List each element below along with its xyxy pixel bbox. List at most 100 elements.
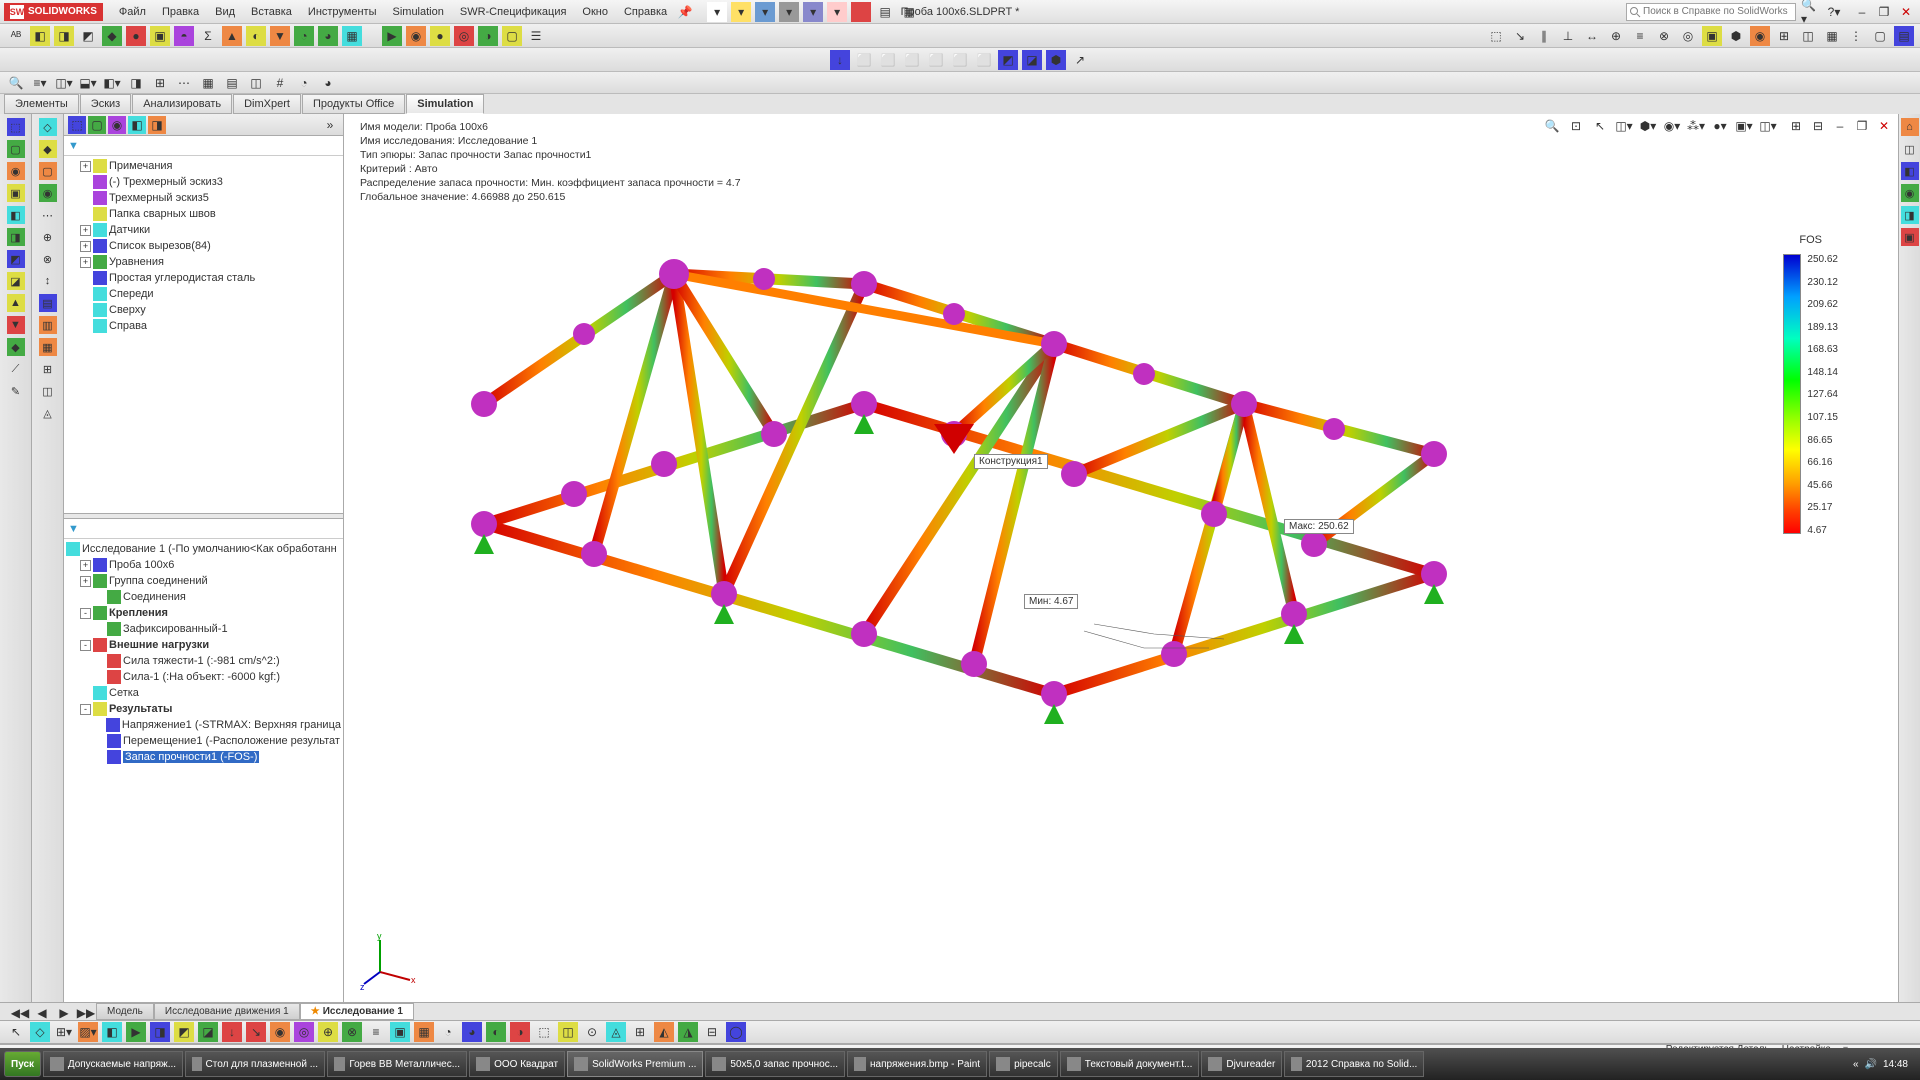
tree-node[interactable]: Папка сварных швов <box>66 206 341 222</box>
menu-item[interactable]: Правка <box>154 4 207 20</box>
sim-side-icon[interactable]: ◇ <box>39 118 57 136</box>
close-icon[interactable]: ✕ <box>1896 2 1916 22</box>
tb-icon[interactable]: ↔ <box>1582 26 1602 46</box>
tb-icon[interactable]: ▦ <box>342 26 362 46</box>
menu-item[interactable]: Файл <box>111 4 154 20</box>
tree-node[interactable]: Сила-1 (:На объект: -6000 kgf:) <box>66 669 341 685</box>
hide-show-icon[interactable]: ⁂▾ <box>1686 116 1706 136</box>
side-icon[interactable]: ▣ <box>7 184 25 202</box>
tb-icon[interactable]: ▢ <box>1870 26 1890 46</box>
rside-icon[interactable]: ◉ <box>1901 184 1919 202</box>
sim-tb-icon[interactable]: ⊟ <box>702 1022 722 1042</box>
vp-minimize-icon[interactable]: – <box>1830 116 1850 136</box>
system-tray[interactable]: « 🔊 14:48 <box>1845 1059 1916 1070</box>
tb-icon[interactable]: ◩ <box>78 26 98 46</box>
sim-tb-icon[interactable]: ↓ <box>222 1022 242 1042</box>
search-options-icon[interactable]: 🔍▾ <box>1800 2 1820 22</box>
tb-icon[interactable]: ◉ <box>406 26 426 46</box>
tb-icon[interactable]: ⬓▾ <box>78 73 98 93</box>
tb-icon[interactable]: ▣ <box>150 26 170 46</box>
tb-icon[interactable]: ⬢ <box>1726 26 1746 46</box>
sim-tb-icon[interactable]: ◭ <box>654 1022 674 1042</box>
tree-root[interactable]: Исследование 1 (-По умолчанию<Как обрабо… <box>66 541 341 557</box>
sim-tb-icon[interactable]: ◕ <box>462 1022 482 1042</box>
taskbar-item[interactable]: 50x5,0 запас прочнос... <box>705 1051 845 1077</box>
side-icon[interactable]: ◧ <box>7 206 25 224</box>
view-bottom-icon[interactable]: ⬜ <box>974 50 994 70</box>
side-icon[interactable]: ◆ <box>7 338 25 356</box>
tree-tab-icon[interactable]: ◧ <box>128 116 146 134</box>
prev-view-icon[interactable]: ↖ <box>1590 116 1610 136</box>
rside-icon[interactable]: ◫ <box>1901 140 1919 158</box>
menu-item[interactable]: Вид <box>207 4 243 20</box>
side-icon[interactable]: ◩ <box>7 250 25 268</box>
sim-tb-icon[interactable]: ⊗ <box>342 1022 362 1042</box>
tb-icon[interactable]: ◓ <box>174 26 194 46</box>
tree-tab-icon[interactable]: ▢ <box>88 116 106 134</box>
tb-icon[interactable]: ⊗ <box>1654 26 1674 46</box>
tree-tab-icon[interactable]: ◨ <box>148 116 166 134</box>
tb-icon[interactable]: ◧▾ <box>102 73 122 93</box>
start-button[interactable]: Пуск <box>4 1051 41 1077</box>
help-icon[interactable]: ?▾ <box>1824 2 1844 22</box>
menu-item[interactable]: Инструменты <box>300 4 385 20</box>
menu-item[interactable]: Окно <box>574 4 616 20</box>
menu-item[interactable]: Справка <box>616 4 675 20</box>
bottom-tab-motion[interactable]: Исследование движения 1 <box>154 1003 300 1020</box>
rside-icon[interactable]: ◨ <box>1901 206 1919 224</box>
tb-icon[interactable]: ⊕ <box>1606 26 1626 46</box>
tab-dimxpert[interactable]: DimXpert <box>233 94 301 114</box>
taskbar-item[interactable]: 2012 Справка по Solid... <box>1284 1051 1424 1077</box>
tb-icon[interactable]: ◎ <box>1678 26 1698 46</box>
tree-node[interactable]: +Проба 100x6 <box>66 557 341 573</box>
sim-side-icon[interactable]: ⊗ <box>39 250 57 268</box>
tb-icon[interactable]: ⊞ <box>150 73 170 93</box>
options-button[interactable]: ▤ <box>875 2 895 22</box>
tb-icon[interactable]: ▣ <box>1702 26 1722 46</box>
tb-icon[interactable]: ▼ <box>270 26 290 46</box>
sim-side-icon[interactable]: ▢ <box>39 162 57 180</box>
sim-side-icon[interactable]: ◉ <box>39 184 57 202</box>
sim-tb-icon[interactable]: ◬ <box>606 1022 626 1042</box>
tree-node[interactable]: Справа <box>66 318 341 334</box>
sim-side-icon[interactable]: ▦ <box>39 338 57 356</box>
sim-tb-icon[interactable]: ◩ <box>174 1022 194 1042</box>
tb-icon[interactable]: ◫▾ <box>54 73 74 93</box>
tree-node[interactable]: Сила тяжести-1 (:-981 cm/s^2:) <box>66 653 341 669</box>
taskbar-item[interactable]: ООО Квадрат <box>469 1051 565 1077</box>
sim-tb-icon[interactable]: ◑ <box>510 1022 530 1042</box>
sim-side-icon[interactable]: ◆ <box>39 140 57 158</box>
restore-icon[interactable]: ❐ <box>1874 2 1894 22</box>
tree-node[interactable]: Запас прочности1 (-FOS-) <box>66 749 341 765</box>
tb-icon[interactable]: ∥ <box>1534 26 1554 46</box>
taskbar-item[interactable]: Текстовый документ.t... <box>1060 1051 1200 1077</box>
side-icon[interactable]: ▢ <box>7 140 25 158</box>
tree-tab-icon[interactable]: ⬚ <box>68 116 86 134</box>
rside-icon[interactable]: ▣ <box>1901 228 1919 246</box>
tree-node[interactable]: Напряжение1 (-STRMAX: Верхняя граница <box>66 717 341 733</box>
side-icon[interactable]: ▲ <box>7 294 25 312</box>
tree-node[interactable]: Перемещение1 (-Расположение результат <box>66 733 341 749</box>
display-style-icon[interactable]: ◉▾ <box>1662 116 1682 136</box>
undo-button[interactable]: ▾ <box>803 2 823 22</box>
sim-tb-icon[interactable]: ◪ <box>198 1022 218 1042</box>
tree-node[interactable]: -Крепления <box>66 605 341 621</box>
zoom-icon[interactable]: 🔍 <box>6 73 26 93</box>
tb-icon[interactable]: ◆ <box>102 26 122 46</box>
sigma-icon[interactable]: Σ <box>198 26 218 46</box>
taskbar-item[interactable]: Допускаемые напряж... <box>43 1051 183 1077</box>
sim-side-icon[interactable]: ◬ <box>39 404 57 422</box>
tb-icon[interactable]: ▦ <box>198 73 218 93</box>
zoom-fit-icon[interactable]: 🔍 <box>1542 116 1562 136</box>
tree-node[interactable]: Сетка <box>66 685 341 701</box>
tb-icon[interactable]: ◨ <box>54 26 74 46</box>
side-icon[interactable]: ⟋ <box>7 360 25 378</box>
pin-icon[interactable]: 📌 <box>675 2 695 22</box>
side-icon[interactable]: ⬚ <box>7 118 25 136</box>
tree-node[interactable]: Соединения <box>66 589 341 605</box>
taskbar-item[interactable]: напряжения.bmp - Paint <box>847 1051 987 1077</box>
tb-icon[interactable]: ◫ <box>1798 26 1818 46</box>
sim-tb-icon[interactable]: ◇ <box>30 1022 50 1042</box>
tb-icon[interactable]: ◕ <box>318 26 338 46</box>
sim-tb-icon[interactable]: ≡ <box>366 1022 386 1042</box>
